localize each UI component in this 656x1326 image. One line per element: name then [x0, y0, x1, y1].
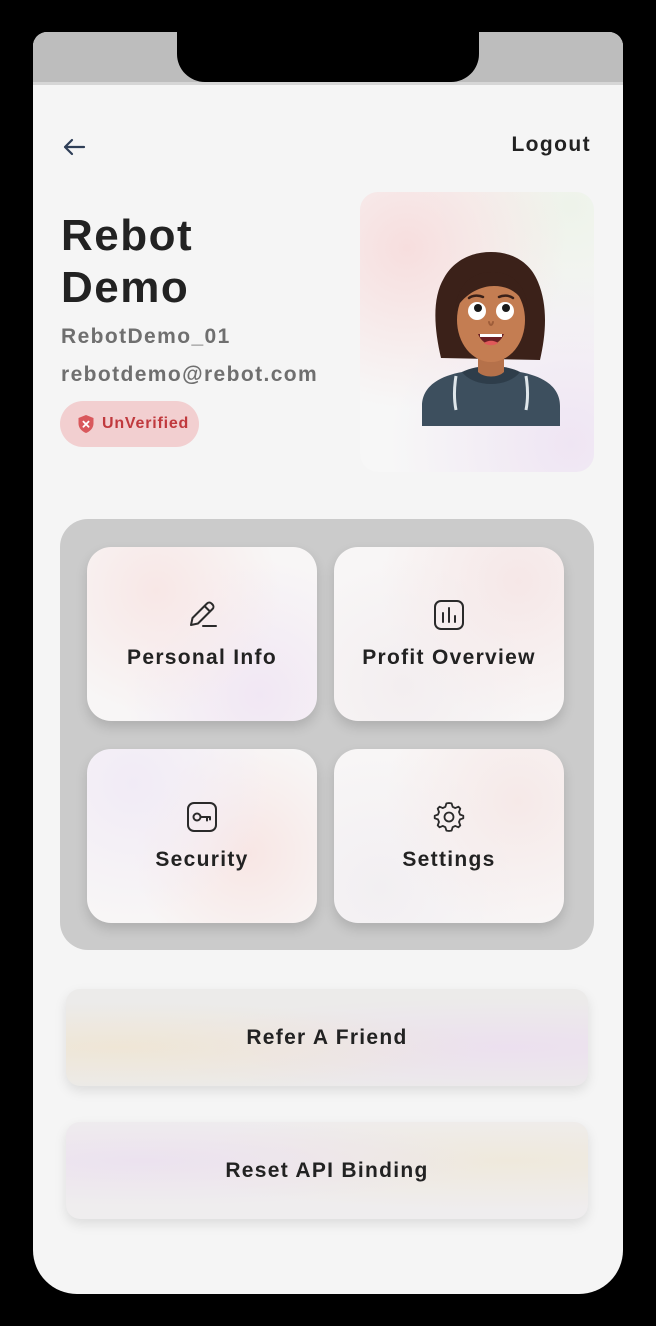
profile-name: Rebot Demo [61, 210, 341, 314]
menu-grid: Personal Info Profit Overview Security S… [60, 519, 594, 950]
gear-icon [433, 802, 465, 832]
refer-friend-button[interactable]: Refer A Friend [66, 989, 588, 1086]
personal-info-tile[interactable]: Personal Info [87, 547, 317, 721]
chart-icon [434, 600, 464, 630]
profit-overview-tile[interactable]: Profit Overview [334, 547, 564, 721]
settings-tile[interactable]: Settings [334, 749, 564, 923]
key-icon [187, 802, 217, 832]
personal-info-label: Personal Info [127, 646, 277, 669]
profile-username: RebotDemo_01 [61, 325, 231, 348]
security-tile[interactable]: Security [87, 749, 317, 923]
logout-button[interactable]: Logout [511, 133, 591, 157]
verification-status-badge: UnVerified [60, 401, 199, 447]
device-notch [177, 32, 479, 82]
status-bar-divider [33, 82, 623, 85]
arrow-left-icon[interactable] [61, 134, 87, 160]
status-label: UnVerified [102, 415, 190, 432]
avatar [422, 252, 560, 426]
profile-first-name: Rebot [61, 211, 194, 260]
phone-screen: Logout Rebot Demo RebotDemo_01 rebotdemo… [33, 32, 623, 1294]
pencil-icon [190, 601, 217, 627]
shield-x-icon [78, 415, 94, 433]
reset-api-binding-button[interactable]: Reset API Binding [66, 1122, 588, 1219]
profile-last-name: Demo [61, 263, 190, 312]
settings-label: Settings [402, 848, 496, 871]
security-label: Security [155, 848, 249, 871]
profit-overview-label: Profit Overview [362, 646, 536, 669]
profile-email: rebotdemo@rebot.com [61, 363, 319, 386]
avatar-card [360, 192, 594, 472]
